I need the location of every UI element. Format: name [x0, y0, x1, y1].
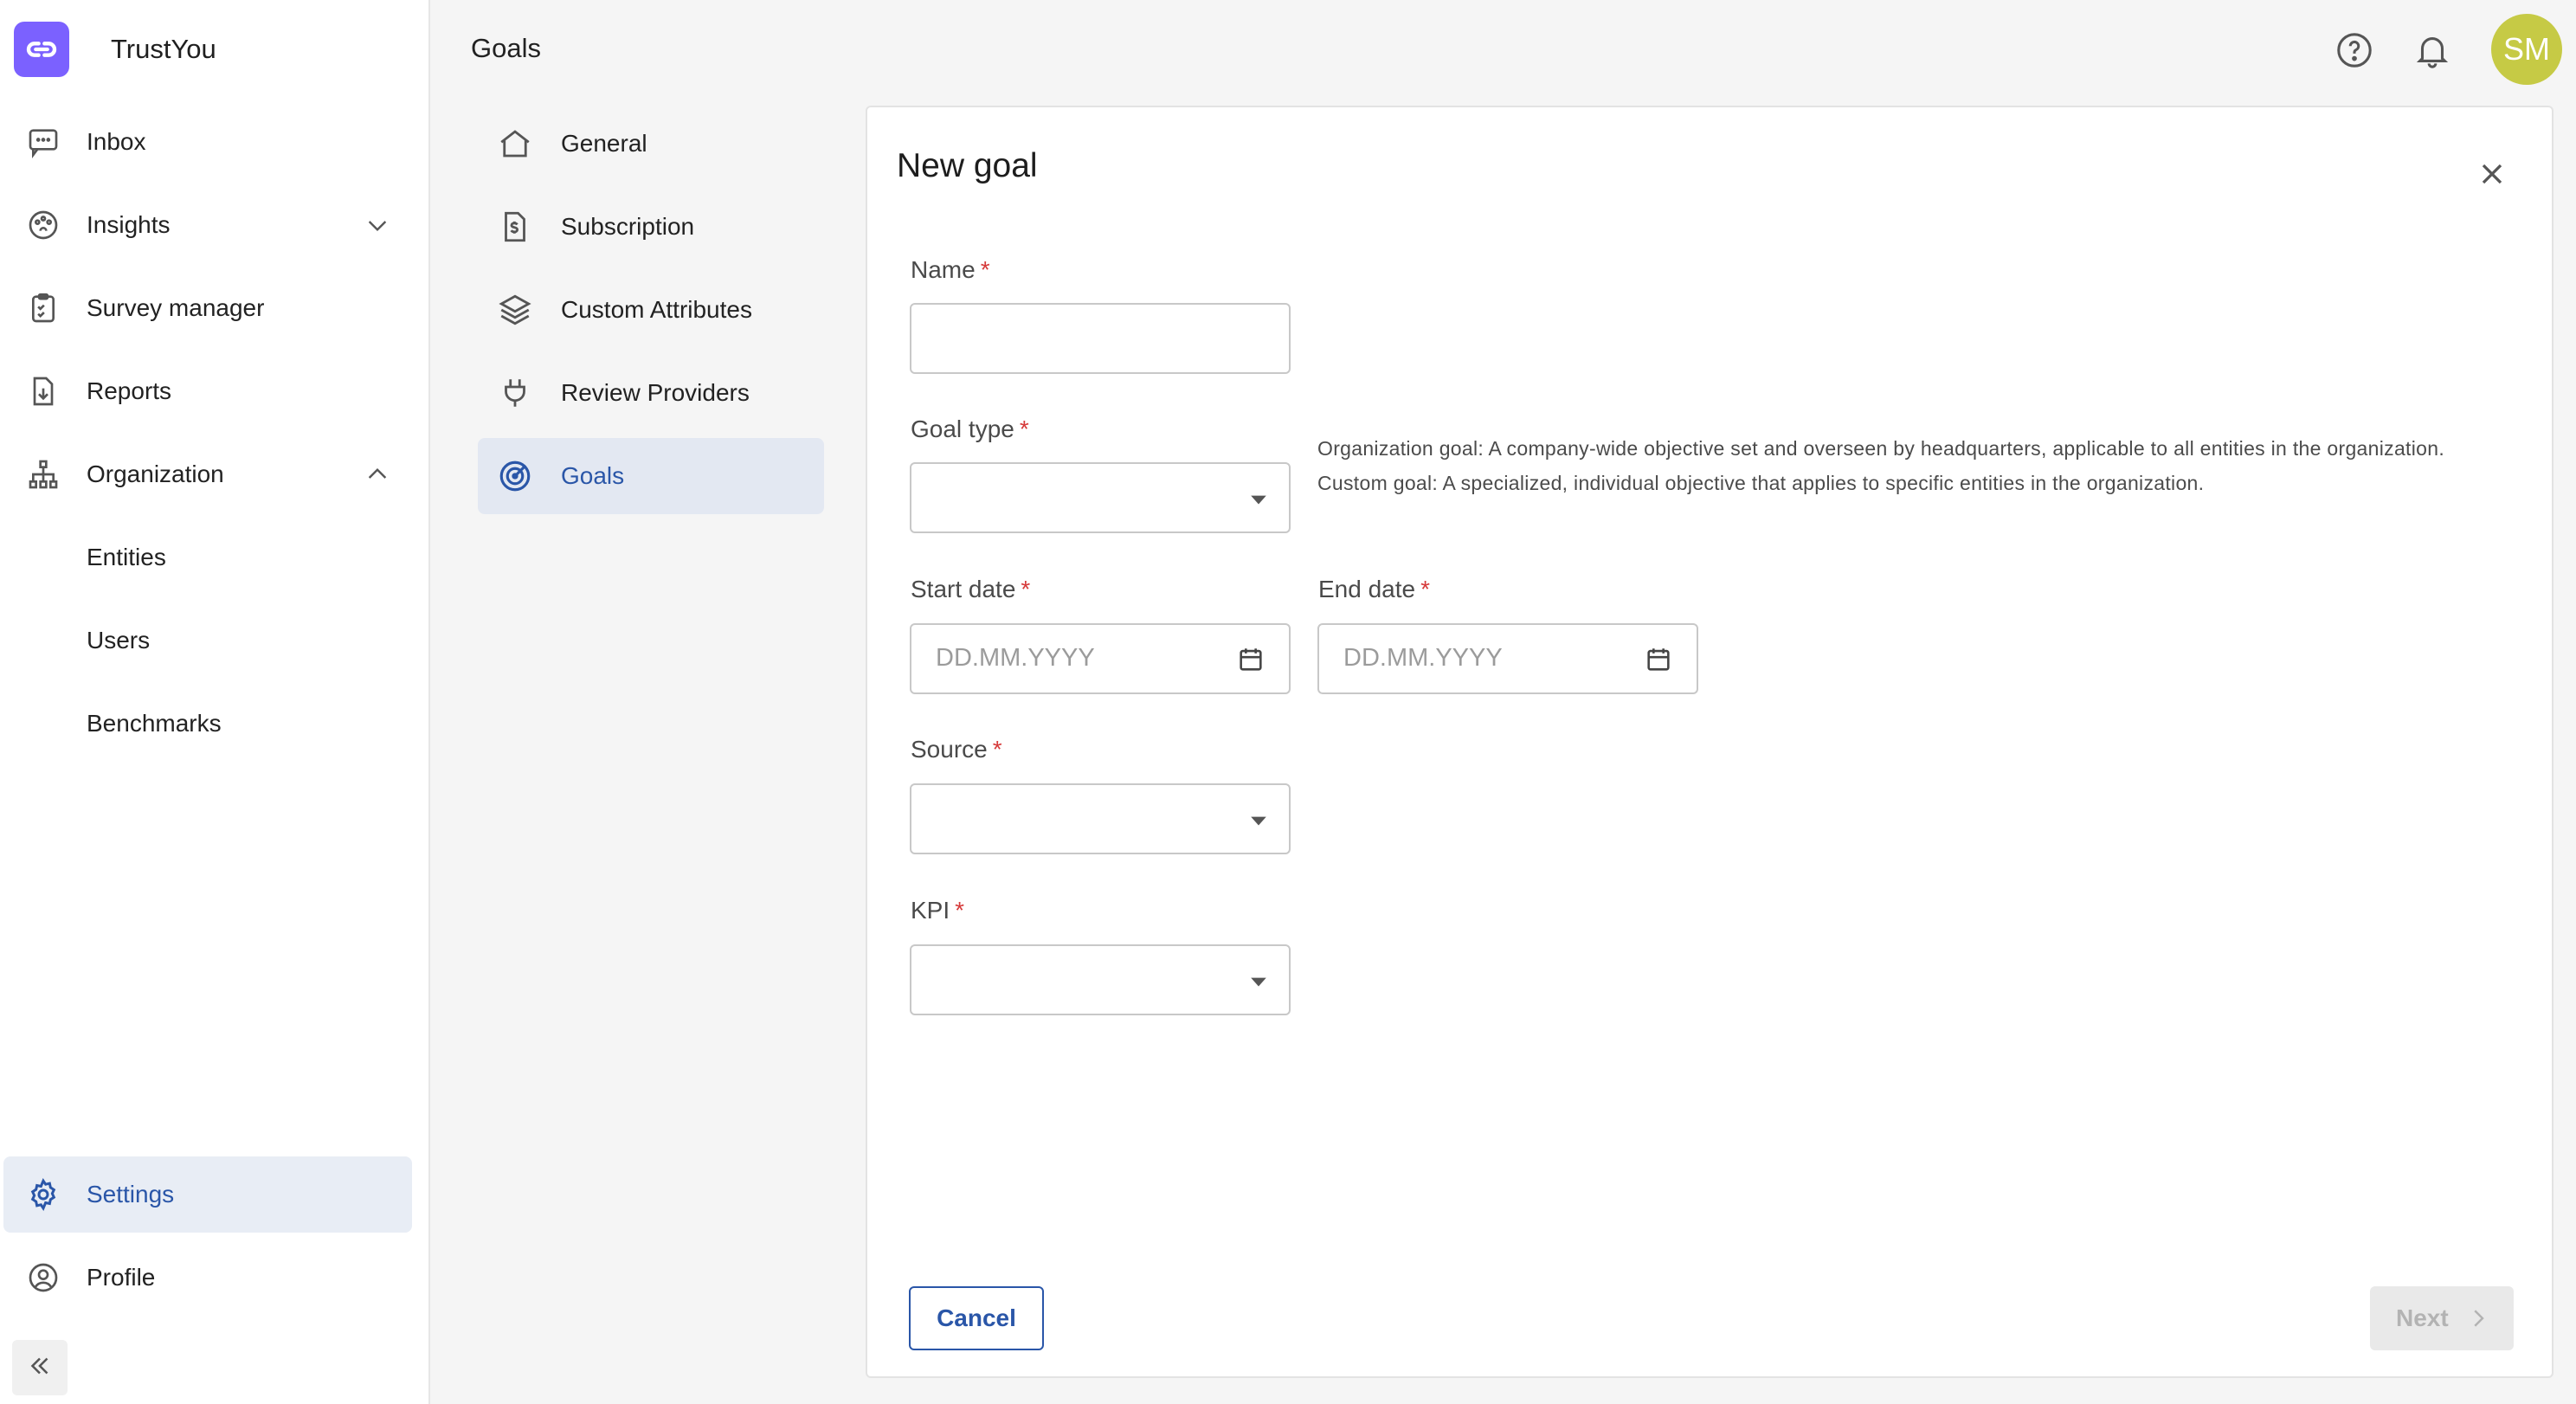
source-label: Source * — [911, 736, 1002, 763]
chat-bubble-icon — [24, 123, 62, 161]
sidebar-item-users[interactable]: Users — [3, 602, 412, 679]
sidebar-item-inbox[interactable]: Inbox — [3, 104, 412, 180]
settings-item-label: General — [561, 130, 647, 157]
calendar-icon[interactable] — [1233, 642, 1268, 677]
kpi-select[interactable] — [910, 944, 1291, 1015]
sidebar: TrustYou Inbox Insights Survey manager R… — [0, 0, 430, 1404]
sidebar-item-label: Reports — [87, 377, 172, 404]
settings-item-review-providers[interactable]: Review Providers — [478, 355, 824, 431]
sidebar-item-label: Survey manager — [87, 294, 265, 321]
source-select[interactable] — [910, 783, 1291, 854]
sidebar-item-survey-manager[interactable]: Survey manager — [3, 270, 412, 346]
dropdown-arrow-icon — [1249, 972, 1268, 991]
settings-item-general[interactable]: General — [478, 106, 824, 182]
sidebar-item-label: Insights — [87, 211, 171, 238]
sidebar-item-label: Organization — [87, 460, 224, 487]
next-button[interactable]: Next — [2370, 1286, 2514, 1350]
target-icon — [495, 456, 535, 496]
name-label: Name * — [911, 256, 990, 283]
settings-item-label: Custom Attributes — [561, 296, 752, 323]
palette-icon — [24, 206, 62, 244]
dialog-title: New goal — [897, 147, 1038, 184]
settings-item-goals[interactable]: Goals — [478, 438, 824, 514]
sidebar-item-label: Benchmarks — [87, 710, 222, 737]
goal-type-help-text: Organization goal: A company-wide object… — [1317, 437, 2445, 494]
settings-item-label: Subscription — [561, 213, 695, 240]
download-file-icon — [24, 372, 62, 410]
end-date-input[interactable]: DD.MM.YYYY — [1317, 623, 1698, 694]
dropdown-arrow-icon — [1249, 490, 1268, 509]
kpi-label: KPI * — [911, 897, 965, 924]
sidebar-item-label: Inbox — [87, 128, 146, 155]
dropdown-arrow-icon — [1249, 811, 1268, 830]
gear-icon — [24, 1175, 62, 1214]
home-icon — [495, 124, 535, 164]
sidebar-item-benchmarks[interactable]: Benchmarks — [3, 686, 412, 762]
chevron-down-icon[interactable] — [362, 209, 393, 241]
end-date-label: End date * — [1318, 576, 1431, 602]
clipboard-icon — [24, 289, 62, 327]
sidebar-item-profile[interactable]: Profile — [3, 1240, 412, 1316]
new-goal-dialog: New goal Name * Goal type * Organization g… — [866, 106, 2553, 1378]
sidebar-item-label: Profile — [87, 1264, 156, 1291]
avatar[interactable]: SM — [2491, 14, 2562, 85]
sidebar-item-label: Users — [87, 627, 151, 654]
settings-item-label: Goals — [561, 462, 625, 489]
settings-item-label: Review Providers — [561, 379, 750, 406]
layers-icon — [495, 290, 535, 330]
user-circle-icon — [24, 1259, 62, 1297]
sidebar-item-reports[interactable]: Reports — [3, 353, 412, 429]
close-icon[interactable] — [2467, 149, 2517, 199]
name-input[interactable] — [910, 303, 1291, 374]
chevron-up-icon[interactable] — [362, 459, 393, 490]
chevron-right-icon — [2463, 1304, 2493, 1333]
settings-item-subscription[interactable]: Subscription — [478, 189, 824, 265]
trustyou-logo-icon — [14, 22, 69, 77]
brand-name: TrustYou — [111, 34, 216, 64]
bell-icon[interactable] — [2408, 26, 2457, 74]
goal-type-label: Goal type * — [911, 415, 1029, 442]
sidebar-item-organization[interactable]: Organization — [3, 436, 412, 512]
sidebar-item-entities[interactable]: Entities — [3, 519, 412, 596]
invoice-icon — [495, 207, 535, 247]
collapse-sidebar-button[interactable] — [12, 1340, 68, 1395]
org-chart-icon — [24, 455, 62, 493]
calendar-icon[interactable] — [1641, 642, 1676, 677]
start-date-input[interactable]: DD.MM.YYYY — [910, 623, 1291, 694]
cancel-button[interactable]: Cancel — [909, 1286, 1044, 1350]
goal-type-select[interactable] — [910, 462, 1291, 533]
start-date-label: Start date * — [911, 576, 1031, 602]
brand[interactable]: TrustYou — [14, 21, 216, 78]
sidebar-item-label: Settings — [87, 1181, 175, 1208]
help-icon[interactable] — [2330, 26, 2379, 74]
sidebar-item-settings[interactable]: Settings — [3, 1156, 412, 1233]
page-title: Goals — [471, 33, 541, 63]
sidebar-item-label: Entities — [87, 544, 166, 570]
sidebar-item-insights[interactable]: Insights — [3, 187, 412, 263]
double-chevron-left-icon — [25, 1351, 55, 1385]
plug-icon — [495, 373, 535, 413]
settings-item-custom-attributes[interactable]: Custom Attributes — [478, 272, 824, 348]
